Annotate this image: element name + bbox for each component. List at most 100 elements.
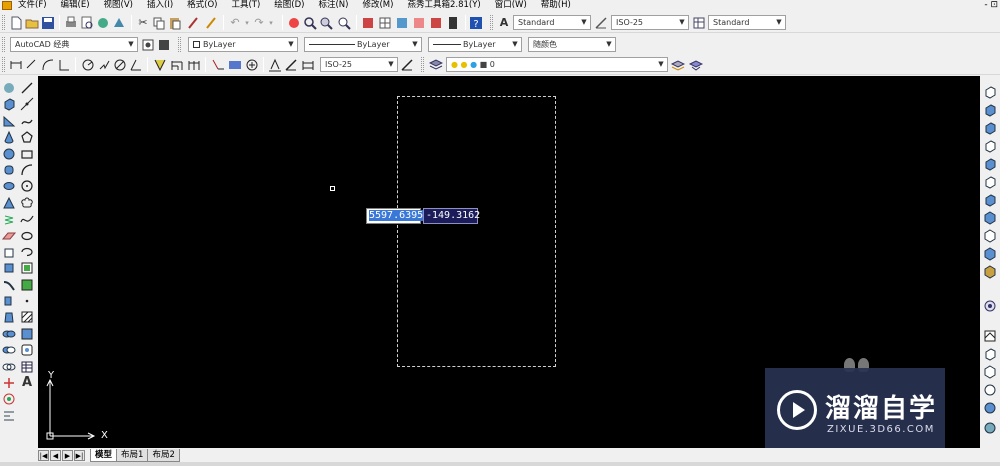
- view-right-icon[interactable]: [983, 139, 997, 153]
- publish-icon[interactable]: [96, 16, 110, 30]
- view-nw-iso-icon[interactable]: [983, 247, 997, 261]
- toolbar-grip[interactable]: [490, 15, 493, 30]
- gradient-icon[interactable]: [20, 327, 34, 341]
- menu-edit[interactable]: 编辑(E): [61, 0, 90, 11]
- intersect-icon[interactable]: [2, 360, 16, 374]
- table-style-select[interactable]: Standard ▼: [708, 15, 786, 30]
- toolbar-grip[interactable]: [421, 57, 424, 72]
- subtract-icon[interactable]: [2, 343, 16, 357]
- construction-line-icon[interactable]: [20, 97, 34, 111]
- table-icon[interactable]: [20, 360, 34, 374]
- plot-preview-icon[interactable]: [80, 16, 94, 30]
- navigation-icon[interactable]: [983, 299, 997, 313]
- extrude-icon[interactable]: [2, 245, 16, 259]
- menu-help[interactable]: 帮助(H): [541, 0, 571, 11]
- print-icon[interactable]: [64, 16, 78, 30]
- multiline-text-icon[interactable]: A: [20, 376, 34, 390]
- toolbar-grip[interactable]: [2, 15, 5, 30]
- design-center-icon[interactable]: [378, 16, 392, 30]
- first-tab-button[interactable]: |◀: [38, 449, 49, 461]
- menu-draw[interactable]: 绘图(D): [274, 0, 304, 11]
- region-icon[interactable]: [20, 343, 34, 357]
- menu-format[interactable]: 格式(O): [187, 0, 217, 11]
- ellipse-arc-icon[interactable]: [20, 245, 34, 259]
- hatch-icon[interactable]: [20, 310, 34, 324]
- radius-dim-icon[interactable]: [81, 58, 95, 72]
- window-controls[interactable]: - ⊡: [984, 0, 998, 11]
- match-properties-icon[interactable]: [186, 16, 200, 30]
- dim-style-select-2[interactable]: ISO-25 ▼: [320, 57, 398, 72]
- markup-set-manager-icon[interactable]: [429, 16, 443, 30]
- baseline-dim-icon[interactable]: [170, 58, 184, 72]
- tab-model[interactable]: 模型: [90, 448, 118, 462]
- zoom-previous-icon[interactable]: [337, 16, 351, 30]
- insert-block-icon[interactable]: [20, 261, 34, 275]
- jogged-dim-icon[interactable]: [97, 58, 111, 72]
- make-object-layer-current-icon[interactable]: [671, 58, 685, 72]
- workspace-settings-icon[interactable]: [141, 38, 155, 52]
- zoom-window-icon[interactable]: [319, 16, 333, 30]
- menu-window[interactable]: 窗口(W): [495, 0, 527, 11]
- torus-icon[interactable]: [2, 179, 16, 193]
- polygon-icon[interactable]: [20, 130, 34, 144]
- lineweight-control-select[interactable]: ByLayer ▼: [428, 37, 522, 52]
- aligned-dim-icon[interactable]: [25, 58, 39, 72]
- tolerance-icon[interactable]: [211, 58, 225, 72]
- text-style-icon[interactable]: A: [497, 16, 511, 30]
- view-back-icon[interactable]: [983, 175, 997, 189]
- arc-length-icon[interactable]: [41, 58, 55, 72]
- cone-icon[interactable]: [2, 130, 16, 144]
- continuous-orbit-icon[interactable]: [983, 383, 997, 397]
- line-icon[interactable]: [20, 81, 34, 95]
- tab-layout1[interactable]: 布局1: [116, 448, 149, 462]
- zoom-realtime-icon[interactable]: [303, 16, 317, 30]
- walk-icon[interactable]: [983, 401, 997, 415]
- center-mark-icon[interactable]: [228, 58, 242, 72]
- continue-dim-icon[interactable]: [187, 58, 201, 72]
- 3d-navigate-icon[interactable]: [983, 329, 997, 343]
- diameter-dim-icon[interactable]: [113, 58, 127, 72]
- pan-icon[interactable]: [287, 16, 301, 30]
- layer-previous-icon[interactable]: [689, 58, 703, 72]
- paste-icon[interactable]: [168, 16, 182, 30]
- union-icon[interactable]: [2, 327, 16, 341]
- help-icon[interactable]: ?: [469, 16, 483, 30]
- menu-dimension[interactable]: 标注(N): [318, 0, 348, 11]
- circle-icon[interactable]: [20, 179, 34, 193]
- menu-tools[interactable]: 工具(T): [231, 0, 260, 11]
- open-icon[interactable]: [25, 16, 39, 30]
- 3d-rotate-icon[interactable]: [2, 392, 16, 406]
- cylinder-icon[interactable]: [2, 163, 16, 177]
- last-tab-button[interactable]: ▶|: [74, 449, 85, 461]
- toolbar-grip[interactable]: [2, 37, 5, 52]
- menu-yanxiu-toolbox[interactable]: 燕秀工具箱2.81(Y): [407, 0, 480, 11]
- view-left-icon[interactable]: [983, 121, 997, 135]
- view-bottom-icon[interactable]: [983, 103, 997, 117]
- tool-palettes-icon[interactable]: [395, 16, 409, 30]
- dim-style-icon[interactable]: [594, 16, 608, 30]
- menu-modify[interactable]: 修改(M): [362, 0, 393, 11]
- properties-icon[interactable]: [361, 16, 375, 30]
- text-style-select[interactable]: Standard ▼: [513, 15, 591, 30]
- menu-file[interactable]: 文件(F): [18, 0, 47, 11]
- layer-manager-icon[interactable]: [429, 58, 443, 72]
- dim-style-icon[interactable]: [301, 58, 315, 72]
- menu-insert[interactable]: 插入(I): [147, 0, 173, 11]
- helix-icon[interactable]: [2, 212, 16, 226]
- polyline-icon[interactable]: [20, 114, 34, 128]
- menu-view[interactable]: 视图(V): [104, 0, 133, 11]
- dim-edit-icon[interactable]: [245, 58, 259, 72]
- color-control-select[interactable]: ByLayer ▼: [188, 37, 298, 52]
- ordinate-dim-icon[interactable]: [57, 58, 71, 72]
- sheet-set-manager-icon[interactable]: [412, 16, 426, 30]
- drawing-canvas[interactable]: 5597.6395 -149.3162 溜溜自学 ZIXUE.3D66.COM …: [38, 76, 980, 448]
- dynamic-input-y[interactable]: -149.3162: [423, 208, 480, 224]
- save-icon[interactable]: [41, 16, 55, 30]
- presspull-icon[interactable]: [2, 261, 16, 275]
- dim-text-edit-icon[interactable]: [268, 58, 282, 72]
- dim-style-manager-icon[interactable]: [400, 58, 414, 72]
- dynamic-input-x[interactable]: 5597.6395: [366, 208, 424, 224]
- redo-dropdown-icon[interactable]: ▾: [264, 16, 278, 30]
- view-ne-iso-icon[interactable]: [983, 229, 997, 243]
- loft-icon[interactable]: [2, 310, 16, 324]
